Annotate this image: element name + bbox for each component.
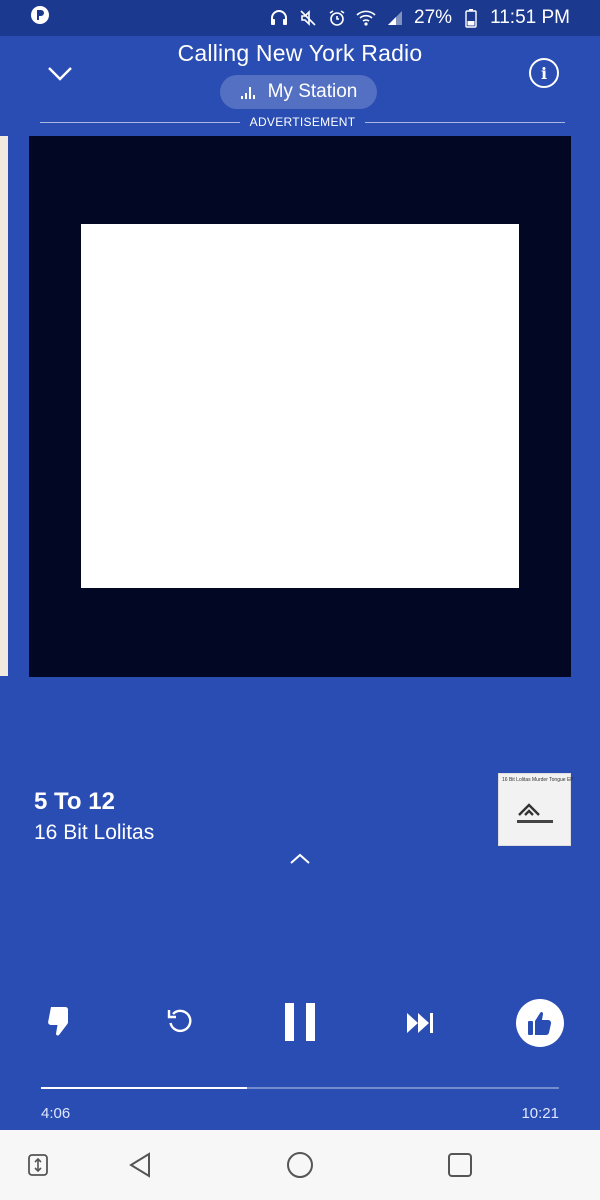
mute-icon: [298, 8, 318, 28]
switch-bar-button[interactable]: [23, 1150, 53, 1180]
battery-percent: 27%: [414, 7, 453, 28]
home-button[interactable]: [285, 1150, 315, 1180]
total-duration: 10:21: [521, 1105, 559, 1122]
chevron-down-icon: [48, 67, 72, 81]
info-icon: i: [540, 63, 548, 83]
my-station-label: My Station: [267, 81, 358, 102]
info-button[interactable]: i: [529, 58, 559, 88]
advertisement-image[interactable]: [81, 224, 519, 588]
advertisement-label: ADVERTISEMENT: [249, 115, 356, 129]
thumb-down-button[interactable]: [42, 1003, 78, 1039]
home-icon: [287, 1152, 313, 1178]
recents-icon: [448, 1153, 472, 1177]
wifi-icon: [356, 8, 376, 28]
replay-icon: [167, 1009, 192, 1033]
playback-controls: [0, 995, 600, 1055]
track-artist: 16 Bit Lolitas: [34, 821, 155, 844]
advertisement-area[interactable]: [29, 136, 571, 677]
elapsed-time: 4:06: [41, 1105, 71, 1122]
pause-icon: [285, 1003, 315, 1041]
status-right: 27% 11:51 PM: [269, 7, 570, 29]
anjunadeep-logo-icon: [517, 803, 553, 823]
skip-forward-icon: [407, 1013, 433, 1033]
thumb-down-icon: [48, 1007, 68, 1036]
my-station-button[interactable]: My Station: [220, 75, 377, 109]
clock: 11:51 PM: [490, 7, 570, 28]
thumb-up-button[interactable]: [516, 999, 564, 1047]
previous-card-edge[interactable]: [0, 136, 8, 676]
recents-button[interactable]: [445, 1150, 475, 1180]
chevron-up-icon: [290, 853, 310, 864]
alarm-icon: [327, 8, 347, 28]
album-art[interactable]: 16 Bit Lolitas Murder Tongue EP: [498, 773, 574, 846]
signal-icon: [385, 8, 405, 28]
battery-icon: [461, 8, 481, 28]
divider-line-left: [40, 121, 240, 123]
album-art-caption: 16 Bit Lolitas Murder Tongue EP: [502, 777, 574, 783]
progress-bar[interactable]: [41, 1087, 559, 1089]
station-title: Calling New York Radio: [177, 40, 423, 66]
system-nav-bar: [0, 1130, 600, 1200]
status-left: [30, 5, 50, 31]
thumb-up-icon: [528, 1012, 552, 1035]
switch-arrows-icon: [28, 1154, 48, 1176]
divider-line-right: [365, 121, 566, 123]
headphones-icon: [269, 8, 289, 28]
skip-button[interactable]: [402, 1005, 438, 1041]
back-button[interactable]: [125, 1150, 155, 1180]
status-bar: 27% 11:51 PM: [0, 0, 600, 36]
progress-fill: [41, 1087, 247, 1089]
pause-button[interactable]: [280, 999, 320, 1045]
advertisement-divider: ADVERTISEMENT: [40, 114, 566, 130]
expand-details-button[interactable]: [286, 848, 314, 870]
equalizer-icon: [240, 87, 255, 99]
pandora-icon: [30, 5, 50, 31]
back-icon: [129, 1152, 150, 1178]
replay-button[interactable]: [162, 1003, 198, 1039]
track-title: 5 To 12: [34, 788, 115, 815]
